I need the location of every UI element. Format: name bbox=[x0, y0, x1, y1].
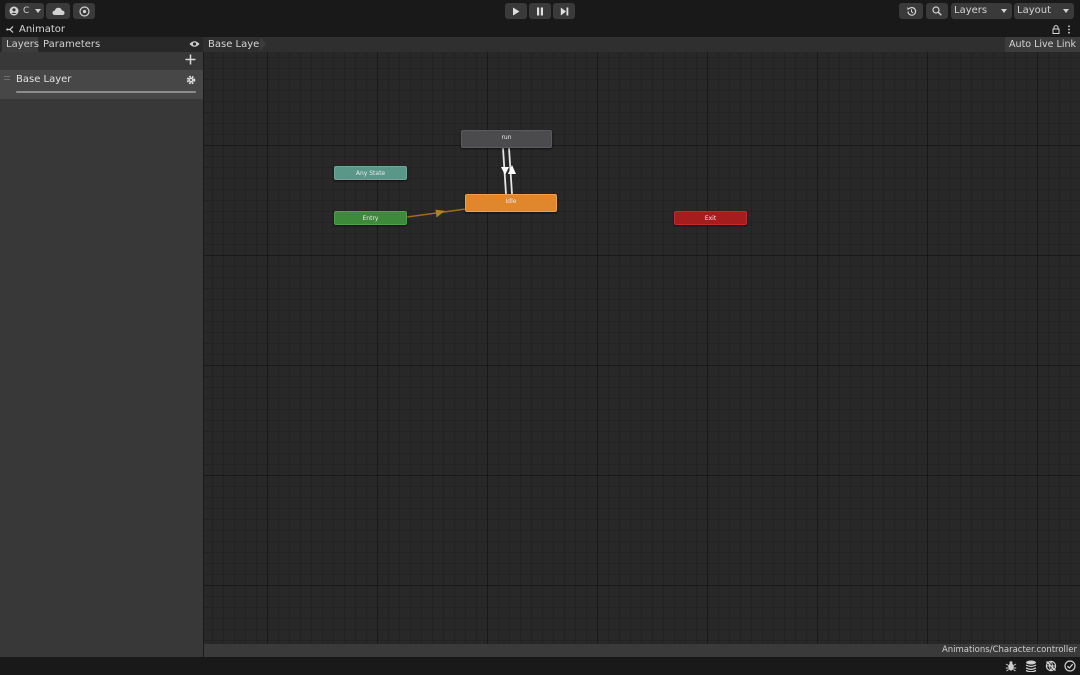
entry-transition-arrow bbox=[435, 209, 445, 218]
chevron-down-icon bbox=[35, 9, 42, 13]
state-any-state[interactable]: Any State bbox=[334, 166, 407, 180]
transitions-layer bbox=[406, 147, 516, 218]
gear-icon[interactable] bbox=[186, 75, 196, 88]
lock-icon[interactable] bbox=[1052, 25, 1060, 37]
graph-status-bar: Animations/Character.controller bbox=[204, 644, 1080, 657]
animator-icon bbox=[6, 25, 16, 37]
state-exit[interactable]: Exit bbox=[674, 211, 747, 225]
drag-handle-icon[interactable] bbox=[4, 76, 10, 82]
state-run[interactable]: run bbox=[461, 130, 552, 148]
layer-weight-slider[interactable] bbox=[16, 91, 196, 93]
asset-path: Animations/Character.controller bbox=[941, 645, 1077, 655]
undo-history-button[interactable] bbox=[899, 3, 923, 19]
eye-icon[interactable] bbox=[189, 40, 200, 51]
auto-live-link-button[interactable]: Auto Live Link bbox=[1005, 37, 1080, 52]
tab-parameters[interactable]: Parameters bbox=[39, 37, 104, 52]
play-icon bbox=[512, 7, 520, 16]
breadcrumb-separator bbox=[260, 37, 266, 51]
cog-circle-icon bbox=[78, 5, 90, 17]
layout-dropdown-label: Layout bbox=[1017, 5, 1051, 16]
layout-dropdown[interactable]: Layout bbox=[1014, 3, 1074, 19]
check-circle-icon[interactable] bbox=[1064, 660, 1076, 672]
editor-status-bar bbox=[0, 657, 1080, 675]
account-dropdown[interactable]: C bbox=[5, 3, 44, 19]
layer-item-base-layer[interactable]: Base Layer bbox=[0, 70, 203, 99]
layers-panel: Layers Parameters Base Layer bbox=[0, 37, 203, 657]
bug-icon[interactable] bbox=[1005, 660, 1017, 672]
history-icon bbox=[906, 6, 917, 17]
graph-header: Base Layer Auto Live Link bbox=[203, 37, 1080, 52]
state-entry[interactable]: Entry bbox=[334, 211, 407, 225]
layers-dropdown[interactable]: Layers bbox=[951, 3, 1012, 19]
step-button[interactable] bbox=[553, 3, 575, 19]
window-tab-animator[interactable]: Animator bbox=[19, 24, 65, 35]
account-label: C bbox=[23, 6, 30, 16]
panel-tabs: Layers Parameters bbox=[0, 37, 203, 52]
chevron-down-icon bbox=[1063, 9, 1069, 13]
breadcrumb[interactable]: Base Layer bbox=[208, 39, 263, 50]
cloud-icon bbox=[52, 7, 65, 16]
main-toolbar: C Layers Layout bbox=[0, 0, 1080, 22]
network-disabled-icon[interactable] bbox=[1045, 660, 1057, 672]
more-options-icon[interactable] bbox=[1067, 25, 1071, 37]
state-idle-default[interactable]: Idle bbox=[465, 194, 557, 212]
layers-dropdown-label: Layers bbox=[954, 5, 988, 16]
tab-layers[interactable]: Layers bbox=[2, 37, 39, 52]
arrow-up-icon bbox=[508, 165, 516, 174]
window-tab-bar: Animator bbox=[0, 22, 1080, 37]
step-icon bbox=[560, 7, 569, 16]
layer-name: Base Layer bbox=[16, 74, 72, 85]
pause-button[interactable] bbox=[529, 3, 551, 19]
add-layer-button[interactable] bbox=[185, 54, 196, 65]
search-button[interactable] bbox=[926, 3, 948, 19]
stacked-layers-icon[interactable] bbox=[1025, 660, 1037, 673]
arrow-down-icon bbox=[501, 167, 509, 175]
cloud-button[interactable] bbox=[46, 3, 70, 19]
plus-icon bbox=[185, 54, 196, 68]
chevron-down-icon bbox=[1001, 9, 1007, 13]
account-icon bbox=[9, 6, 19, 16]
pause-icon bbox=[536, 7, 544, 16]
services-button[interactable] bbox=[73, 3, 95, 19]
state-machine-graph[interactable]: run Any State Idle Entry Exit bbox=[204, 52, 1080, 644]
play-button[interactable] bbox=[505, 3, 527, 19]
search-icon bbox=[932, 6, 942, 16]
